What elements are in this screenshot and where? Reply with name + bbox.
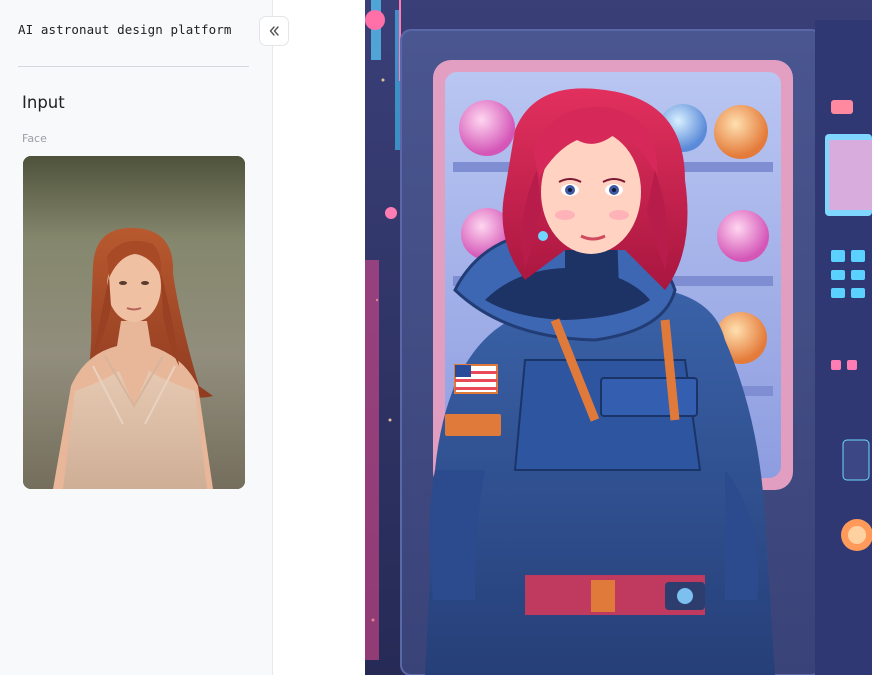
sidebar: AI astronaut design platform Input Face: [0, 0, 273, 675]
astronaut-illustration: [365, 0, 872, 675]
face-photo-illustration: [23, 156, 245, 489]
collapse-sidebar-button[interactable]: [259, 16, 289, 46]
app-title: AI astronaut design platform: [18, 22, 232, 37]
app-window: AI astronaut design platform Input Face: [0, 0, 872, 675]
face-input-image[interactable]: [23, 156, 245, 489]
sidebar-divider: [18, 66, 249, 67]
input-section-title: Input: [22, 93, 65, 112]
double-chevron-left-icon: [269, 26, 279, 36]
face-field-label: Face: [22, 132, 47, 145]
generated-astronaut-image[interactable]: [365, 0, 872, 675]
